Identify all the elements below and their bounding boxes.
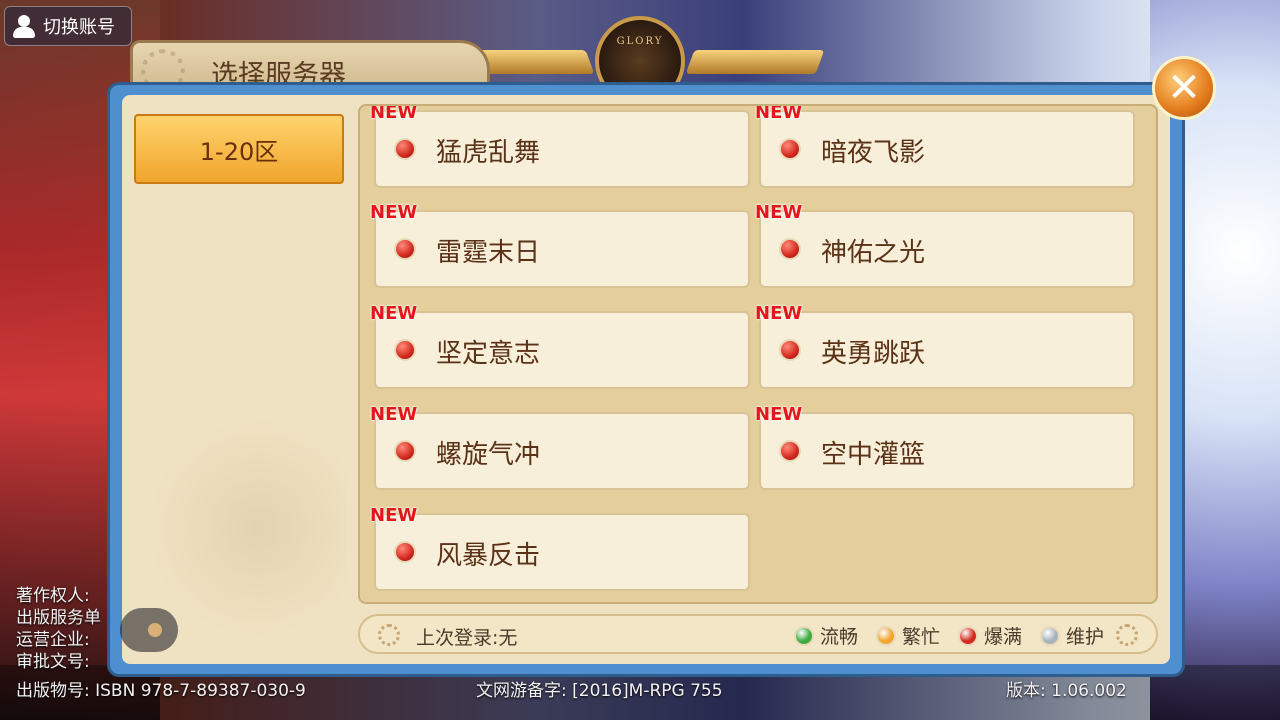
status-dot-icon [394, 138, 416, 160]
new-badge: NEW [370, 303, 418, 324]
server-name: 螺旋气冲 [436, 440, 541, 470]
status-busy-icon [875, 625, 896, 646]
close-button[interactable]: ✕ [1152, 56, 1216, 120]
version-text: 版本: 1.06.002 [1006, 681, 1127, 701]
server-grid: NEW 猛虎乱舞 NEW 暗夜飞影 NEW 雷霆末日 NEW 神佑之光 NEW … [358, 104, 1158, 604]
server-item[interactable]: NEW 英勇跳跃 [755, 303, 1135, 389]
new-badge: NEW [755, 104, 803, 123]
server-name: 雷霆末日 [436, 238, 541, 268]
status-dot-icon [394, 339, 416, 361]
zone-tab-1-20[interactable]: 1-20区 [134, 114, 344, 184]
server-item[interactable]: NEW 猛虎乱舞 [370, 106, 750, 188]
status-dot-icon [394, 238, 416, 260]
side-toggle-handle[interactable] [120, 608, 178, 652]
copyright-line: 著作权人: [16, 586, 90, 606]
close-icon: ✕ [1167, 65, 1201, 111]
status-dot-icon [779, 339, 801, 361]
switch-account-label: 切换账号 [43, 17, 115, 38]
server-name: 神佑之光 [821, 238, 926, 268]
new-badge: NEW [755, 303, 803, 324]
server-item[interactable]: NEW 暗夜飞影 [755, 106, 1135, 188]
copyright-line: 审批文号: [16, 652, 90, 672]
legend-label: 维护 [1065, 626, 1104, 648]
user-icon [11, 13, 37, 39]
server-name: 风暴反击 [436, 541, 541, 571]
legend-item: 流畅 [793, 622, 858, 649]
status-dot-icon [394, 440, 416, 462]
wing-right-icon [685, 50, 825, 74]
legend-label: 繁忙 [901, 626, 940, 648]
copyright-info: 著作权人: 出版服务单 运营企业: 审批文号: [16, 585, 101, 673]
server-item[interactable]: NEW 螺旋气冲 [370, 404, 750, 490]
server-name: 英勇跳跃 [821, 339, 926, 369]
status-dot-icon [394, 541, 416, 563]
new-badge: NEW [370, 202, 418, 223]
server-item[interactable]: NEW 雷霆末日 [370, 202, 750, 288]
server-name: 空中灌篮 [821, 440, 926, 470]
copyright-line: 运营企业: [16, 630, 90, 650]
new-badge: NEW [755, 202, 803, 223]
server-name: 猛虎乱舞 [436, 138, 541, 168]
status-legend: 流畅 繁忙 爆满 维护 [793, 622, 1104, 649]
zone-list: 1-20区 [126, 98, 354, 670]
legend-item: 繁忙 [875, 622, 940, 649]
server-item[interactable]: NEW 空中灌篮 [755, 404, 1135, 490]
status-footer: 上次登录:无 流畅 繁忙 爆满 维护 [358, 614, 1158, 654]
legend-label: 爆满 [983, 626, 1022, 648]
license-text: 文网游备字: [2016]M-RPG 755 [476, 681, 723, 701]
server-item[interactable]: NEW 坚定意志 [370, 303, 750, 389]
status-smooth-icon [793, 625, 814, 646]
legend-item: 爆满 [957, 622, 1022, 649]
isbn-text: 出版物号: ISBN 978-7-89387-030-9 [16, 681, 306, 701]
server-name: 坚定意志 [436, 339, 541, 369]
legend-item: 维护 [1039, 622, 1104, 649]
gear-icon [1116, 624, 1138, 646]
emblem-text: GLORY [616, 36, 664, 47]
glory-emblem: GLORY [455, 8, 825, 106]
copyright-line: 出版服务单 [16, 608, 101, 628]
publication-info: 出版物号: ISBN 978-7-89387-030-9 文网游备字: [201… [16, 676, 1127, 701]
switch-account-button[interactable]: 切换账号 [4, 6, 132, 46]
server-name: 暗夜飞影 [821, 138, 926, 168]
new-badge: NEW [755, 404, 803, 425]
status-maintenance-icon [1039, 625, 1060, 646]
new-badge: NEW [370, 104, 418, 123]
new-badge: NEW [370, 404, 418, 425]
last-login-text: 上次登录:无 [416, 627, 518, 649]
new-badge: NEW [370, 505, 418, 526]
status-full-icon [957, 625, 978, 646]
gear-icon [378, 624, 400, 646]
status-dot-icon [779, 138, 801, 160]
status-dot-icon [779, 238, 801, 260]
legend-label: 流畅 [819, 626, 858, 648]
server-item[interactable]: NEW 风暴反击 [370, 505, 750, 591]
server-item[interactable]: NEW 神佑之光 [755, 202, 1135, 288]
status-dot-icon [779, 440, 801, 462]
